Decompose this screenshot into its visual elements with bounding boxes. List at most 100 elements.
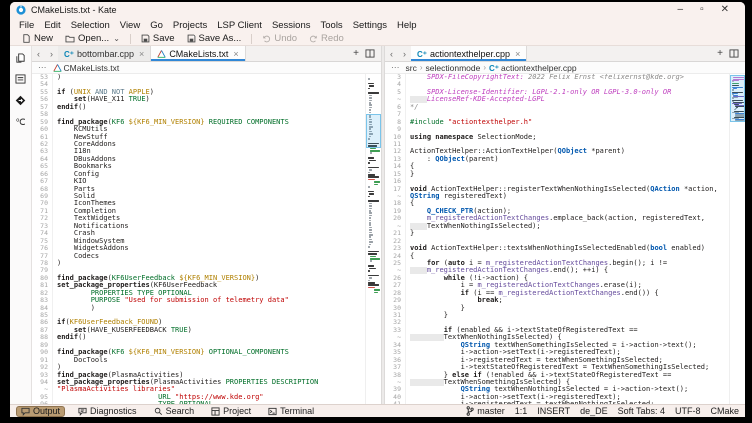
tab-label: actiontexthelper.cpp [430,49,510,59]
left-minimap-scrollbar[interactable] [365,74,381,404]
overflow-dots-icon[interactable]: ⋯ [391,62,401,73]
cpp-icon: C⁺ [417,49,427,59]
new-doc-icon [22,34,31,43]
project-panel-tool-button[interactable] [14,72,28,86]
status-utf-8[interactable]: UTF-8 [675,406,701,416]
minimap-line [374,289,380,291]
git-tool-button[interactable] [14,93,28,107]
minimap-line [369,193,374,195]
code-line: QString registeredText) [410,193,729,200]
right-code-area[interactable]: SPDX-FileCopyrightText: 2022 Felix Ernst… [406,74,729,404]
kate-app-icon [16,5,26,15]
maximize-button[interactable]: ▫ [700,5,704,15]
toolbar-button-label: Open... [78,33,109,44]
search-toolview-button[interactable]: Search [150,406,199,417]
split-view-icon[interactable] [365,49,375,58]
documents-tool-button[interactable] [14,51,28,65]
menu-item-file[interactable]: File [14,20,39,31]
statusbar: Output Diagnostics Search Project Terminal m… [10,404,745,417]
right-minimap-scrollbar[interactable] [729,74,745,404]
tab-close-icon[interactable]: × [139,49,144,59]
tab-scroll-left-icon[interactable]: ‹ [32,46,45,61]
tab-actiontexthelper-cpp[interactable]: C⁺actiontexthelper.cpp × [411,46,527,61]
breadcrumb-segment[interactable]: CMakeLists.txt [53,63,120,73]
new-tab-button[interactable]: + [353,49,359,59]
code-line: void ActionTextHelper::textsWhenNothingI… [410,245,729,252]
status-de-de[interactable]: de_DE [580,406,608,416]
right-tabbar: ‹› C⁺actiontexthelper.cpp × + [385,46,745,62]
menu-item-lsp-client[interactable]: LSP Client [212,20,267,31]
minimap-line [370,260,372,262]
tab-scroll-right-icon[interactable]: › [398,46,411,61]
menu-item-selection[interactable]: Selection [66,20,115,31]
left-editor[interactable]: 5354555657585960616263646566676869707172… [32,74,381,404]
toolbar-button-label: New [34,33,53,44]
minimap-line [368,88,370,90]
toolview-label: Terminal [280,406,314,416]
list-panel-icon [15,74,26,84]
breadcrumb-segment[interactable]: selectionmode [426,63,481,73]
split-view-icon[interactable] [729,49,739,58]
tab-close-icon[interactable]: × [515,49,520,59]
menu-item-view[interactable]: View [115,20,145,31]
save-button[interactable]: Save [135,33,181,45]
minimap-viewport[interactable] [366,114,381,148]
menu-item-edit[interactable]: Edit [39,20,65,31]
tab-scroll-left-icon[interactable]: ‹ [385,46,398,61]
new-button[interactable]: New [16,33,59,45]
menu-item-go[interactable]: Go [145,20,168,31]
breadcrumb-label: CMakeLists.txt [64,63,120,73]
code-line: using namespace SelectionMode; [410,134,729,141]
minimap-viewport[interactable] [730,75,745,122]
status-master[interactable]: master [466,406,505,416]
output-toolview-button[interactable]: Output [16,406,65,417]
minimap-line [368,167,379,169]
code-line: set(HAVE_X11 TRUE) [57,96,365,103]
breadcrumb-segment[interactable]: C⁺actiontexthelper.cpp [489,63,577,73]
minimize-button[interactable]: – [678,5,684,15]
screenshot-root: CMakeLists.txt - Kate – ▫ ✕ FileEditSele… [0,0,752,423]
minimap-line [369,244,371,246]
terminal-toolview-button[interactable]: Terminal [264,406,318,417]
minimap-line [369,97,372,99]
status-label: CMake [710,406,739,416]
left-code-area[interactable]: ) if (UNIX AND NOT APPLE) set(HAVE_X11 T… [53,74,365,404]
right-editor[interactable]: 345~67891011121314151617~181920~21222324… [385,74,745,404]
status-insert[interactable]: INSERT [537,406,570,416]
open-button[interactable]: Open... ⌄ [59,33,126,45]
tab-bottombar-cpp[interactable]: C⁺bottombar.cpp× [58,46,151,61]
status-label: INSERT [537,406,570,416]
status-soft-tabs-4[interactable]: Soft Tabs: 4 [618,406,665,416]
chevron-down-icon[interactable]: ⌄ [113,34,120,43]
minimap-line [368,284,379,286]
minimap-line [369,220,371,222]
tab-scroll-right-icon[interactable]: › [45,46,58,61]
tab-close-icon[interactable]: × [233,49,238,59]
diagnostics-toolview-button[interactable]: Diagnostics [74,406,141,417]
overflow-dots-icon[interactable]: ⋯ [38,62,48,73]
minimap-line [370,256,376,258]
menu-item-sessions[interactable]: Sessions [267,20,316,31]
tool-sidebar: ℃ [10,46,32,404]
magnifier-icon [154,407,163,416]
close-button[interactable]: ✕ [721,5,729,15]
minimap-line [369,234,373,236]
code-line: SPDX-FileCopyrightText: 2022 Felix Ernst… [410,74,729,81]
code-line: set(HAVE_KUSERFEEDBACK TRUE) [57,327,365,334]
status-1-1[interactable]: 1:1 [515,406,528,416]
minimap-line [369,208,372,210]
save-as-button[interactable]: Save As... [181,33,248,45]
lsp-symbols-tool-button[interactable]: ℃ [14,114,28,128]
tab-cmakelists-txt[interactable]: CMakeLists.txt× [151,46,245,61]
breadcrumb-segment[interactable]: src [406,63,417,73]
new-tab-button[interactable]: + [717,49,723,59]
menu-item-help[interactable]: Help [392,20,422,31]
project-toolview-button[interactable]: Project [207,406,255,417]
speech-bubble-icon [21,407,30,416]
status-cmake[interactable]: CMake [710,406,739,416]
main-area: ℃ ‹›C⁺bottombar.cpp×CMakeLists.txt×+ ⋯CM… [10,46,745,404]
code-line: Notifications [57,223,365,230]
menu-item-settings[interactable]: Settings [348,20,392,31]
menu-item-tools[interactable]: Tools [316,20,348,31]
menu-item-projects[interactable]: Projects [168,20,212,31]
